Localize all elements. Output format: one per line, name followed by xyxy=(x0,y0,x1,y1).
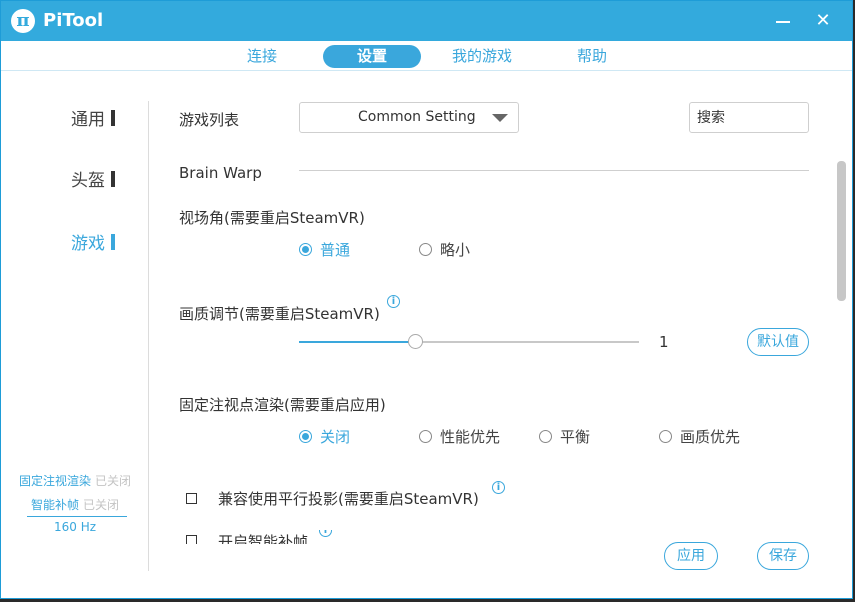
tab-my-games[interactable]: 我的游戏 xyxy=(433,45,531,68)
section-divider xyxy=(299,170,809,171)
status-label: 智能补帧 xyxy=(30,498,79,512)
settings-content: 游戏列表 Common Setting Brain Warp 视场角(需要重启S… xyxy=(149,72,852,598)
tab-settings[interactable]: 设置 xyxy=(323,45,421,68)
radio-icon xyxy=(659,430,672,443)
sidebar-item-general[interactable]: 通用 xyxy=(71,105,115,130)
sidebar-marker xyxy=(111,110,115,126)
reset-default-button[interactable]: 默认值 xyxy=(747,328,809,356)
parallel-projection-label: 兼容使用平行投影(需要重启SteamVR) xyxy=(218,490,479,508)
radio-label: 略小 xyxy=(440,241,471,259)
game-list-label: 游戏列表 xyxy=(179,111,240,129)
scrollbar[interactable] xyxy=(837,161,846,301)
sidebar-item-label: 通用 xyxy=(71,110,105,130)
status-value: 已关闭 xyxy=(83,498,120,512)
pitool-window: π PiTool ✕ 连接 设置 我的游戏 帮助 通用 头盔 游戏 固定注视渲染… xyxy=(0,0,853,599)
status-foveated: 固定注视渲染 已关闭 xyxy=(1,472,149,489)
info-icon[interactable]: i xyxy=(387,295,400,308)
chevron-down-icon xyxy=(492,114,508,122)
radio-label: 画质优先 xyxy=(680,428,741,446)
section-title: Brain Warp xyxy=(179,164,262,182)
radio-label: 关闭 xyxy=(320,428,351,446)
slider-fill xyxy=(299,341,415,343)
radio-icon xyxy=(419,243,432,256)
status-refresh-rate: 160 Hz xyxy=(1,520,149,534)
status-divider xyxy=(27,516,127,517)
sidebar-item-game[interactable]: 游戏 xyxy=(71,229,115,254)
fov-option-small[interactable]: 略小 xyxy=(419,239,470,260)
close-icon[interactable]: ✕ xyxy=(813,11,833,31)
radio-label: 平衡 xyxy=(560,428,591,446)
main-tabs: 连接 设置 我的游戏 帮助 xyxy=(1,41,852,71)
status-value: 已关闭 xyxy=(95,474,132,488)
game-list-dropdown[interactable]: Common Setting xyxy=(299,102,519,133)
tab-connect[interactable]: 连接 xyxy=(213,45,311,68)
foveated-option-off[interactable]: 关闭 xyxy=(299,426,350,447)
pitool-logo-icon: π xyxy=(11,9,35,33)
parallel-projection-checkbox[interactable] xyxy=(186,493,197,504)
slider-handle[interactable] xyxy=(407,334,423,349)
sidebar-item-headset[interactable]: 头盔 xyxy=(71,166,115,191)
quality-label: 画质调节(需要重启SteamVR) xyxy=(179,305,380,323)
status-smart-frame: 智能补帧 已关闭 xyxy=(1,496,149,513)
search-input[interactable] xyxy=(689,102,809,133)
smart-frame-row: 开启智能补帧 i xyxy=(149,530,852,544)
status-label: 固定注视渲染 xyxy=(18,474,91,488)
sidebar-marker xyxy=(111,171,115,187)
sidebar-item-label: 游戏 xyxy=(71,234,105,254)
tab-help[interactable]: 帮助 xyxy=(543,45,641,68)
refresh-rate-value: 160 Hz xyxy=(53,520,97,534)
info-icon[interactable]: i xyxy=(492,481,505,494)
app-title: PiTool xyxy=(43,10,104,31)
fov-option-normal[interactable]: 普通 xyxy=(299,239,350,260)
info-icon[interactable]: i xyxy=(319,530,332,537)
title-bar: π PiTool ✕ xyxy=(1,1,852,41)
quality-slider[interactable] xyxy=(299,334,639,349)
sidebar-item-label: 头盔 xyxy=(71,171,105,191)
radio-label: 性能优先 xyxy=(440,428,501,446)
radio-icon xyxy=(539,430,552,443)
sidebar-marker xyxy=(111,234,115,250)
save-button[interactable]: 保存 xyxy=(757,542,809,570)
radio-selected-icon xyxy=(299,243,312,256)
foveated-label: 固定注视点渲染(需要重启应用) xyxy=(179,396,386,414)
apply-button[interactable]: 应用 xyxy=(664,542,718,570)
fov-label: 视场角(需要重启SteamVR) xyxy=(179,209,365,227)
radio-icon xyxy=(419,430,432,443)
minimize-icon[interactable] xyxy=(773,11,793,31)
radio-label: 普通 xyxy=(320,241,351,259)
foveated-option-quality[interactable]: 画质优先 xyxy=(659,426,740,447)
game-list-value: Common Setting xyxy=(358,109,476,125)
foveated-option-performance[interactable]: 性能优先 xyxy=(419,426,500,447)
radio-selected-icon xyxy=(299,430,312,443)
foveated-option-balanced[interactable]: 平衡 xyxy=(539,426,590,447)
smart-frame-checkbox[interactable] xyxy=(186,535,197,544)
smart-frame-label: 开启智能补帧 xyxy=(218,533,309,544)
quality-value: 1 xyxy=(659,333,669,351)
